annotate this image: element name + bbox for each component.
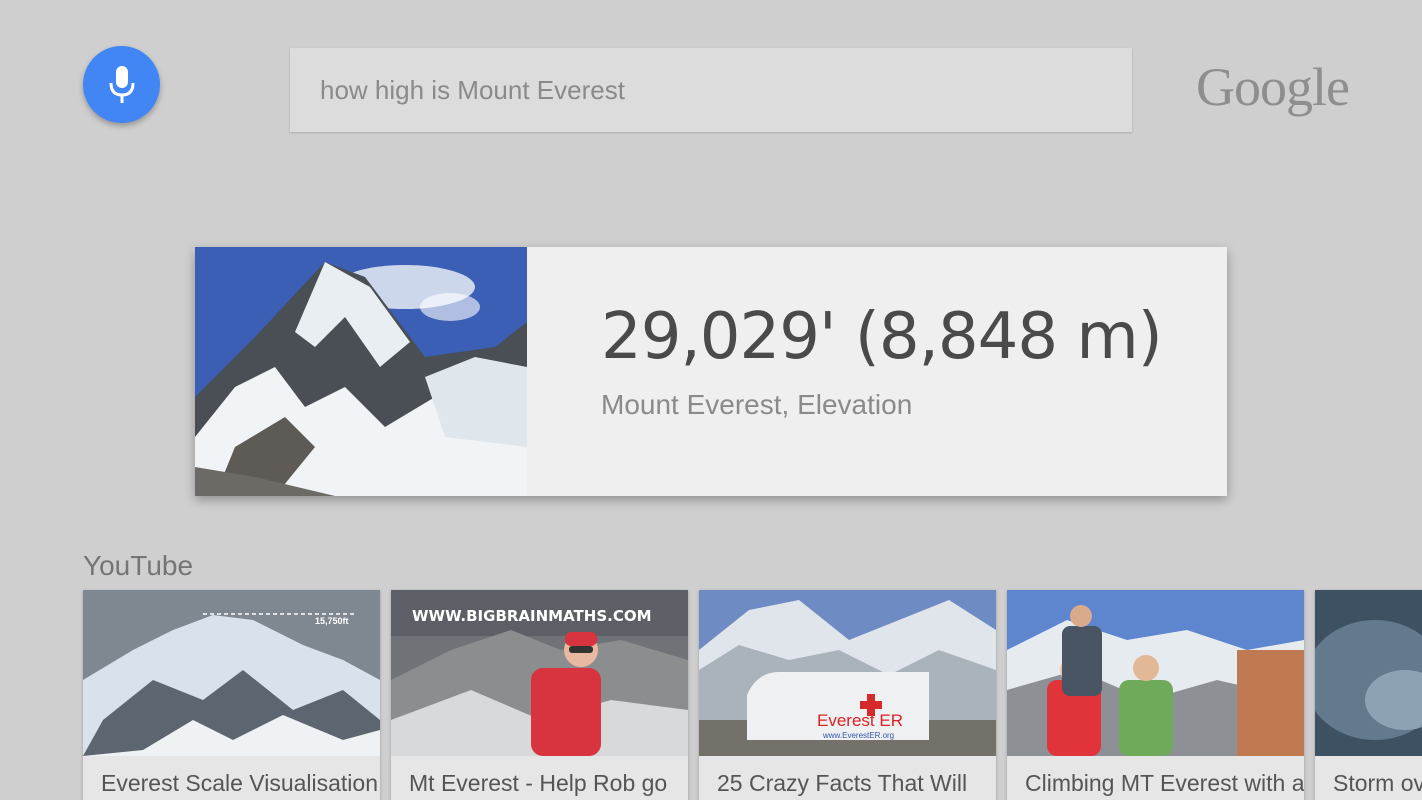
search-query-text: how high is Mount Everest [320,74,625,105]
answer-label: Mount Everest, Elevation [601,389,913,420]
height-marker-text: 15,750ft [315,616,349,626]
google-logo: Google [1196,57,1350,117]
video-thumbnail: Everest ER www.EverestER.org [699,590,996,756]
video-title: Everest Scale Visualisation [101,770,378,796]
voice-search-button[interactable] [83,46,160,123]
thumbnail-url-text: www.EverestER.org [823,731,895,740]
video-title: 25 Crazy Facts That Will [717,770,968,796]
answer-card[interactable]: 29,029' (8,848 m) Mount Everest, Elevati… [195,247,1227,496]
mountain-image [195,247,527,496]
video-card[interactable]: Climbing MT Everest with a [1007,590,1304,800]
video-thumbnail [1315,590,1422,756]
video-card[interactable]: WWW.BIGBRAINMATHS.COM Mt Everest - Help … [391,590,688,800]
video-thumbnail [1007,590,1304,756]
video-title: Climbing MT Everest with a [1025,770,1304,796]
video-title: Mt Everest - Help Rob go [409,770,668,796]
youtube-video-row: 15,750ft Everest Scale Visualisation WWW… [83,590,1422,800]
search-results-screen: how high is Mount Everest Google 29,029'… [0,0,1422,800]
video-thumbnail: WWW.BIGBRAINMATHS.COM [391,590,688,756]
search-input[interactable]: how high is Mount Everest [290,48,1132,132]
video-card[interactable]: Everest ER www.EverestER.org 25 Crazy Fa… [699,590,996,800]
thumbnail-caption: WWW.BIGBRAINMATHS.COM [412,607,652,625]
microphone-icon [109,65,134,103]
thumbnail-caption: Everest ER [817,711,903,730]
youtube-section-title: YouTube [83,550,194,581]
video-card[interactable]: 15,750ft Everest Scale Visualisation [83,590,380,800]
answer-text-block: 29,029' (8,848 m) Mount Everest, Elevati… [527,247,1163,496]
answer-value: 29,029' (8,848 m) [601,300,1163,374]
video-card[interactable]: Storm ove [1315,590,1422,800]
video-thumbnail: 15,750ft [83,590,380,756]
video-title: Storm ove [1333,770,1422,796]
